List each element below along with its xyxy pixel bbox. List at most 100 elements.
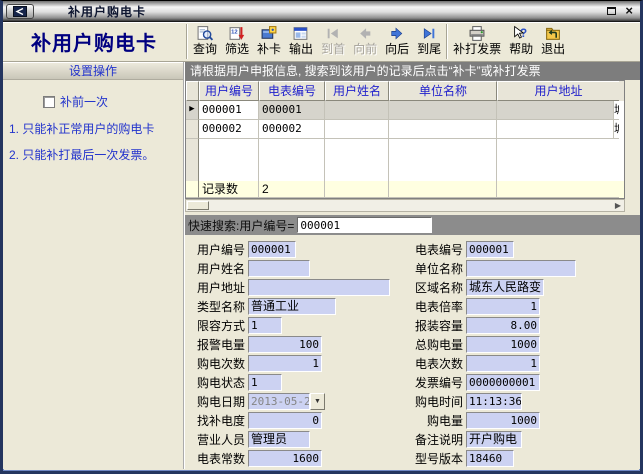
- cell-meter-id[interactable]: 000002: [259, 120, 325, 139]
- window-title: 补用户购电卡: [68, 3, 146, 20]
- sidebar-header: 设置操作: [3, 62, 183, 80]
- svg-text:?: ?: [520, 27, 527, 40]
- cell-user-id[interactable]: 000001: [199, 101, 259, 120]
- arrow-prev-icon: [356, 24, 374, 43]
- total-energy-label: 总购电量: [403, 336, 463, 353]
- filter-button-label: 筛选: [225, 43, 249, 56]
- user-address-field[interactable]: [248, 279, 390, 296]
- next-record-button[interactable]: 向后: [381, 22, 413, 61]
- cell-user-address[interactable]: [497, 120, 614, 139]
- quick-search-input[interactable]: [297, 217, 432, 233]
- report-window-icon: [292, 24, 310, 43]
- sidebar: 设置操作 补前一次 1. 只能补正常用户的购电卡 2. 只能补打最后一次发票。: [3, 62, 185, 469]
- row-marker: [186, 181, 199, 198]
- cell-user-name[interactable]: [325, 101, 389, 120]
- scrollbar-thumb[interactable]: [187, 201, 209, 210]
- record-count-value: 2: [259, 181, 325, 198]
- grid-empty-area: [186, 139, 624, 181]
- toolbar-separator: [186, 24, 188, 59]
- help-cursor-icon: ?: [512, 24, 530, 43]
- purchase-status-label: 购电状态: [187, 374, 245, 391]
- total-energy-field[interactable]: 1000: [466, 336, 540, 353]
- close-button[interactable]: ×: [625, 6, 633, 16]
- adjust-energy-field[interactable]: 0: [248, 412, 322, 429]
- purchase-date-label: 购电日期: [187, 393, 245, 410]
- last-record-button[interactable]: 到尾: [413, 22, 445, 61]
- pre-previous-checkbox-label[interactable]: 补前一次: [60, 93, 108, 110]
- meter-ratio-field[interactable]: 1: [466, 298, 540, 315]
- meter-constant-field[interactable]: 1600: [248, 450, 322, 467]
- meter-count-label: 电表次数: [403, 355, 463, 372]
- exit-button[interactable]: 退出: [537, 22, 569, 61]
- scroll-right-arrow-icon[interactable]: ▶: [615, 200, 621, 211]
- purchase-time-field[interactable]: 11:13:36: [466, 393, 522, 410]
- purchase-count-field[interactable]: 1: [248, 355, 322, 372]
- unit-name-label: 单位名称: [403, 260, 463, 277]
- model-version-label: 型号版本: [403, 450, 463, 467]
- user-record-grid[interactable]: 用户编号 电表编号 用户姓名 单位名称 用户地址 ▶ 000001 000001: [185, 80, 625, 199]
- purchase-date-dropdown-icon[interactable]: ▼: [310, 393, 325, 410]
- user-name-field[interactable]: [248, 260, 310, 277]
- cell-unit-name[interactable]: [389, 101, 497, 120]
- operator-field[interactable]: 管理员: [248, 431, 310, 448]
- help-button[interactable]: ? 帮助: [505, 22, 537, 61]
- user-id-field[interactable]: 000001: [248, 241, 296, 258]
- invoice-no-field[interactable]: 0000000001: [466, 374, 540, 391]
- pre-previous-checkbox[interactable]: [43, 96, 55, 108]
- installed-capacity-label: 报装容量: [403, 317, 463, 334]
- maximize-button[interactable]: [607, 7, 616, 15]
- horizontal-scrollbar[interactable]: ▶: [185, 199, 625, 212]
- row-marker: [186, 139, 199, 181]
- page-title: 补用户购电卡: [3, 22, 185, 61]
- user-id-label: 用户编号: [187, 241, 245, 258]
- cell-user-id[interactable]: 000002: [199, 120, 259, 139]
- query-button[interactable]: 查询: [189, 22, 221, 61]
- purchase-status-field[interactable]: 1: [248, 374, 282, 391]
- alarm-energy-field[interactable]: 100: [248, 336, 322, 353]
- previous-record-button: 向前: [349, 22, 381, 61]
- query-button-label: 查询: [193, 43, 217, 56]
- meter-id-field[interactable]: 000001: [466, 241, 514, 258]
- cell-user-address[interactable]: [497, 101, 614, 120]
- column-header-user-id[interactable]: 用户编号: [199, 81, 259, 101]
- search-icon: [196, 24, 214, 43]
- installed-capacity-field[interactable]: 8.00: [466, 317, 540, 334]
- limit-mode-field[interactable]: 1: [248, 317, 282, 334]
- footer-cell: [497, 181, 619, 198]
- arrow-next-icon: [388, 24, 406, 43]
- meter-ratio-label: 电表倍率: [403, 298, 463, 315]
- output-button-label: 输出: [289, 43, 313, 56]
- empty-cell: [199, 139, 259, 181]
- quick-search-bar: 快速搜索:用户编号=: [185, 215, 640, 235]
- cell-user-name[interactable]: [325, 120, 389, 139]
- titlebar[interactable]: 补用户购电卡 ×: [3, 1, 640, 22]
- remark-field[interactable]: 开户购电: [466, 431, 522, 448]
- meter-constant-label: 电表常数: [187, 450, 245, 467]
- area-name-field[interactable]: 城东人民路变: [466, 279, 544, 296]
- record-count-label: 记录数: [199, 181, 259, 198]
- first-record-button: 到首: [317, 22, 349, 61]
- purchase-time-label: 购电时间: [403, 393, 463, 410]
- type-name-field[interactable]: 普通工业: [248, 298, 336, 315]
- model-version-field[interactable]: 18460: [466, 450, 514, 467]
- table-row[interactable]: ▶ 000001 000001 城: [186, 101, 624, 120]
- column-header-meter-id[interactable]: 电表编号: [259, 81, 325, 101]
- purchase-energy-label: 购电量: [403, 412, 463, 429]
- hint-bar: 请根据用户申报信息, 搜索到该用户的记录后点击“补卡”或补打发票: [185, 62, 640, 80]
- purchase-date-field[interactable]: 2013-05-25: [248, 393, 310, 410]
- cell-meter-id[interactable]: 000001: [259, 101, 325, 120]
- table-row[interactable]: 000002 000002 城: [186, 120, 624, 139]
- cell-unit-name[interactable]: [389, 120, 497, 139]
- reprint-invoice-button[interactable]: 补打发票: [449, 22, 505, 61]
- purchase-energy-field[interactable]: 1000: [466, 412, 540, 429]
- filter-button[interactable]: 12 筛选: [221, 22, 253, 61]
- column-header-user-address[interactable]: 用户地址: [497, 81, 619, 101]
- meter-count-field[interactable]: 1: [466, 355, 540, 372]
- output-button[interactable]: 输出: [285, 22, 317, 61]
- column-header-unit-name[interactable]: 单位名称: [389, 81, 497, 101]
- unit-name-field[interactable]: [466, 260, 576, 277]
- empty-cell: [389, 139, 497, 181]
- reissue-card-button[interactable]: 补卡: [253, 22, 285, 61]
- card-icon: [260, 24, 278, 43]
- column-header-user-name[interactable]: 用户姓名: [325, 81, 389, 101]
